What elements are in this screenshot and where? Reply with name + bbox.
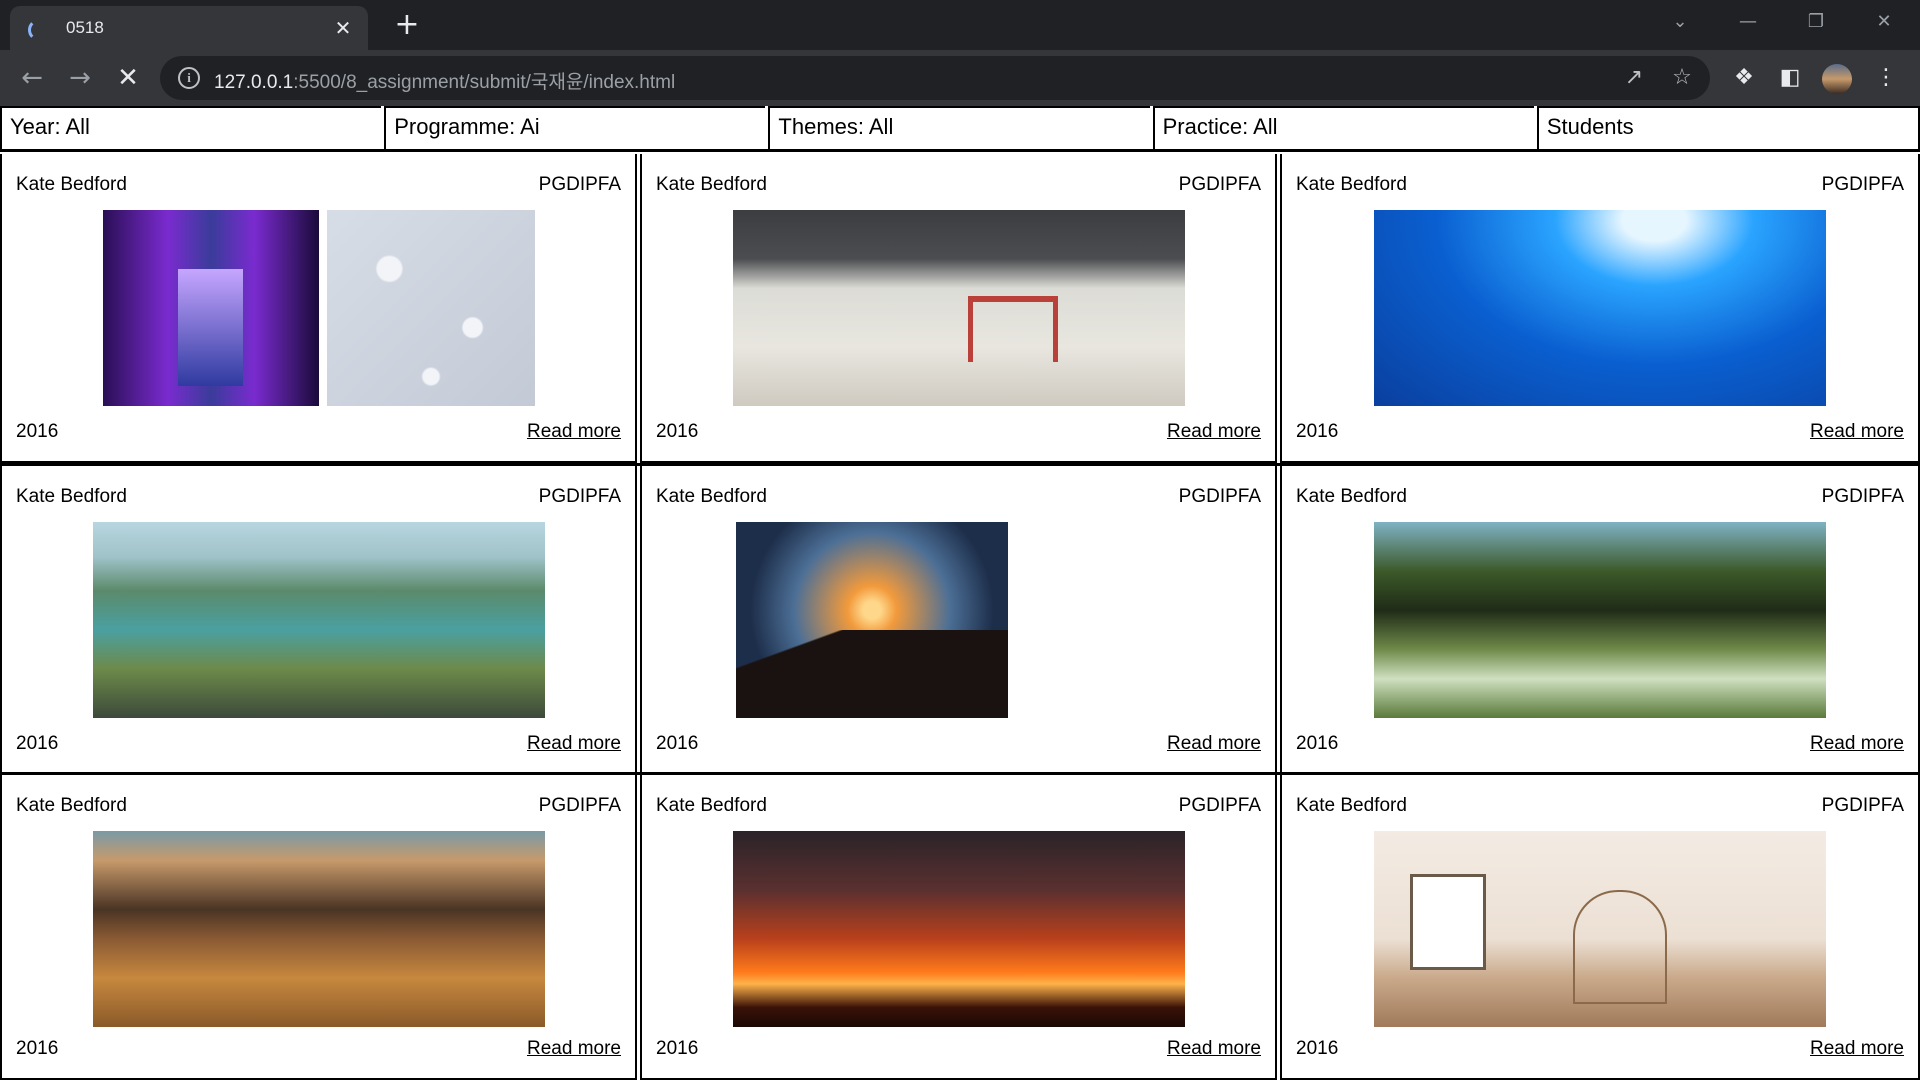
card-images — [1282, 831, 1918, 1027]
tab-search-icon[interactable]: ⌄ — [1650, 0, 1710, 44]
project-grid-row-3: Kate Bedford PGDIPFA 2016 Read more Kate… — [0, 775, 1920, 1080]
filter-year[interactable]: Year: All — [0, 106, 382, 149]
share-icon[interactable]: ↗ — [1620, 64, 1648, 92]
programme-label: PGDIPFA — [1178, 174, 1261, 195]
read-more-link[interactable]: Read more — [1167, 421, 1261, 443]
project-image[interactable] — [1374, 210, 1826, 406]
student-name: Kate Bedford — [656, 174, 767, 195]
browser-toolbar: ← → ✕ i 127.0.0.1:5500/8_assignment/subm… — [0, 50, 1920, 106]
card-images — [1282, 210, 1918, 406]
card-images — [2, 210, 635, 406]
project-image[interactable] — [736, 522, 1008, 718]
programme-label: PGDIPFA — [1178, 795, 1261, 816]
web-page: Year: All Programme: Ai Themes: All Prac… — [0, 106, 1920, 1080]
project-image[interactable] — [92, 522, 545, 718]
tab-title: 0518 — [66, 18, 104, 37]
project-year: 2016 — [16, 733, 59, 754]
project-year: 2016 — [1296, 733, 1339, 754]
project-image[interactable] — [1374, 522, 1826, 718]
student-name: Kate Bedford — [1296, 795, 1407, 816]
filter-practice[interactable]: Practice: All — [1152, 106, 1534, 149]
project-year: 2016 — [1296, 421, 1339, 442]
read-more-link[interactable]: Read more — [1810, 1038, 1904, 1060]
tab-close-icon[interactable]: ✕ — [330, 15, 356, 41]
project-year: 2016 — [16, 421, 59, 442]
project-image[interactable] — [102, 210, 319, 406]
programme-label: PGDIPFA — [1821, 486, 1904, 507]
programme-label: PGDIPFA — [1821, 174, 1904, 195]
student-name: Kate Bedford — [16, 795, 127, 816]
student-name: Kate Bedford — [16, 486, 127, 507]
read-more-link[interactable]: Read more — [527, 733, 621, 755]
site-info-icon[interactable]: i — [178, 67, 200, 89]
minimize-icon[interactable]: — — [1718, 0, 1778, 44]
card-images — [1282, 522, 1918, 718]
project-year: 2016 — [656, 1038, 699, 1059]
back-arrow-icon[interactable]: ← — [14, 60, 50, 96]
programme-label: PGDIPFA — [538, 174, 621, 195]
project-grid-row-2: Kate Bedford PGDIPFA 2016 Read more Kate… — [0, 466, 1920, 775]
project-image[interactable] — [326, 210, 535, 406]
project-card[interactable]: Kate Bedford PGDIPFA 2016 Read more — [640, 154, 1277, 463]
bookmark-star-icon[interactable]: ☆ — [1668, 64, 1696, 92]
project-year: 2016 — [16, 1038, 59, 1059]
programme-label: PGDIPFA — [538, 486, 621, 507]
filter-students[interactable]: Students — [1536, 106, 1920, 149]
filter-themes[interactable]: Themes: All — [768, 106, 1150, 149]
project-image[interactable] — [92, 831, 545, 1027]
programme-label: PGDIPFA — [1178, 486, 1261, 507]
tab-strip: 0518 ✕ + ⌄ — ❐ ✕ — [0, 0, 1920, 50]
profile-avatar[interactable] — [1822, 64, 1852, 94]
student-name: Kate Bedford — [656, 795, 767, 816]
stop-loading-icon[interactable]: ✕ — [110, 60, 146, 96]
read-more-link[interactable]: Read more — [1167, 1038, 1261, 1060]
card-images — [642, 522, 1275, 718]
project-card[interactable]: Kate Bedford PGDIPFA 2016 Read more — [1280, 154, 1920, 463]
student-name: Kate Bedford — [1296, 486, 1407, 507]
read-more-link[interactable]: Read more — [1810, 421, 1904, 443]
card-images — [2, 831, 635, 1027]
filter-programme[interactable]: Programme: Ai — [384, 106, 766, 149]
project-year: 2016 — [656, 421, 699, 442]
project-card[interactable]: Kate Bedford PGDIPFA 2016 Read more — [1280, 466, 1920, 775]
loading-spinner-icon — [28, 19, 50, 41]
project-grid: Kate Bedford PGDIPFA 2016 Read more Kate… — [0, 154, 1920, 463]
read-more-link[interactable]: Read more — [527, 1038, 621, 1060]
project-image[interactable] — [1374, 831, 1826, 1027]
window-close-icon[interactable]: ✕ — [1854, 0, 1914, 44]
student-name: Kate Bedford — [656, 486, 767, 507]
programme-label: PGDIPFA — [1821, 795, 1904, 816]
project-card[interactable]: Kate Bedford PGDIPFA 2016 Read more — [640, 775, 1277, 1080]
card-images — [642, 210, 1275, 406]
browser-tab[interactable]: 0518 ✕ — [10, 6, 368, 50]
read-more-link[interactable]: Read more — [527, 421, 621, 443]
project-image[interactable] — [732, 210, 1185, 406]
filter-bar: Year: All Programme: Ai Themes: All Prac… — [0, 106, 1920, 152]
read-more-link[interactable]: Read more — [1810, 733, 1904, 755]
project-card[interactable]: Kate Bedford PGDIPFA 2016 Read more — [640, 466, 1277, 775]
programme-label: PGDIPFA — [538, 795, 621, 816]
menu-kebab-icon[interactable]: ⋮ — [1870, 62, 1902, 94]
forward-arrow-icon[interactable]: → — [62, 60, 98, 96]
project-card[interactable]: Kate Bedford PGDIPFA 2016 Read more — [0, 466, 637, 775]
project-year: 2016 — [656, 733, 699, 754]
project-card[interactable]: Kate Bedford PGDIPFA 2016 Read more — [1280, 775, 1920, 1080]
new-tab-button[interactable]: + — [390, 8, 424, 42]
student-name: Kate Bedford — [16, 174, 127, 195]
read-more-link[interactable]: Read more — [1167, 733, 1261, 755]
project-year: 2016 — [1296, 1038, 1339, 1059]
student-name: Kate Bedford — [1296, 174, 1407, 195]
card-images — [642, 831, 1275, 1027]
project-card[interactable]: Kate Bedford PGDIPFA 2016 Read more — [0, 154, 637, 463]
restore-icon[interactable]: ❐ — [1786, 0, 1846, 44]
extensions-puzzle-icon[interactable]: ❖ — [1728, 62, 1760, 94]
card-images — [2, 522, 635, 718]
project-card[interactable]: Kate Bedford PGDIPFA 2016 Read more — [0, 775, 637, 1080]
url-text[interactable]: 127.0.0.1:5500/8_assignment/submit/국재윤/i… — [214, 67, 675, 94]
project-image[interactable] — [732, 831, 1185, 1027]
address-bar[interactable]: i 127.0.0.1:5500/8_assignment/submit/국재윤… — [160, 56, 1710, 100]
side-panel-icon[interactable]: ◧ — [1774, 62, 1806, 94]
